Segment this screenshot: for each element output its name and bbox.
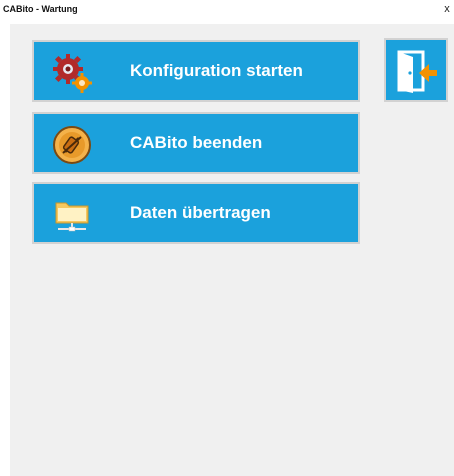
- close-icon[interactable]: x: [441, 1, 453, 17]
- shutdown-icon: [52, 125, 92, 165]
- start-configuration-label: Konfiguration starten: [130, 61, 303, 80]
- title-bar: CABito - Wartung x: [0, 0, 454, 24]
- transfer-data-label: Daten übertragen: [130, 203, 271, 222]
- main-panel: Konfiguration starten CABito beenden Dat…: [10, 24, 454, 476]
- network-folder-icon: [52, 195, 92, 235]
- window-title: CABito - Wartung: [3, 4, 78, 14]
- exit-button[interactable]: [384, 38, 448, 102]
- quit-cabito-label: CABito beenden: [130, 133, 263, 152]
- quit-cabito-button[interactable]: CABito beenden: [32, 112, 360, 174]
- start-configuration-button[interactable]: Konfiguration starten: [32, 40, 360, 102]
- gears-icon: [52, 53, 92, 93]
- transfer-data-button[interactable]: Daten übertragen: [32, 182, 360, 244]
